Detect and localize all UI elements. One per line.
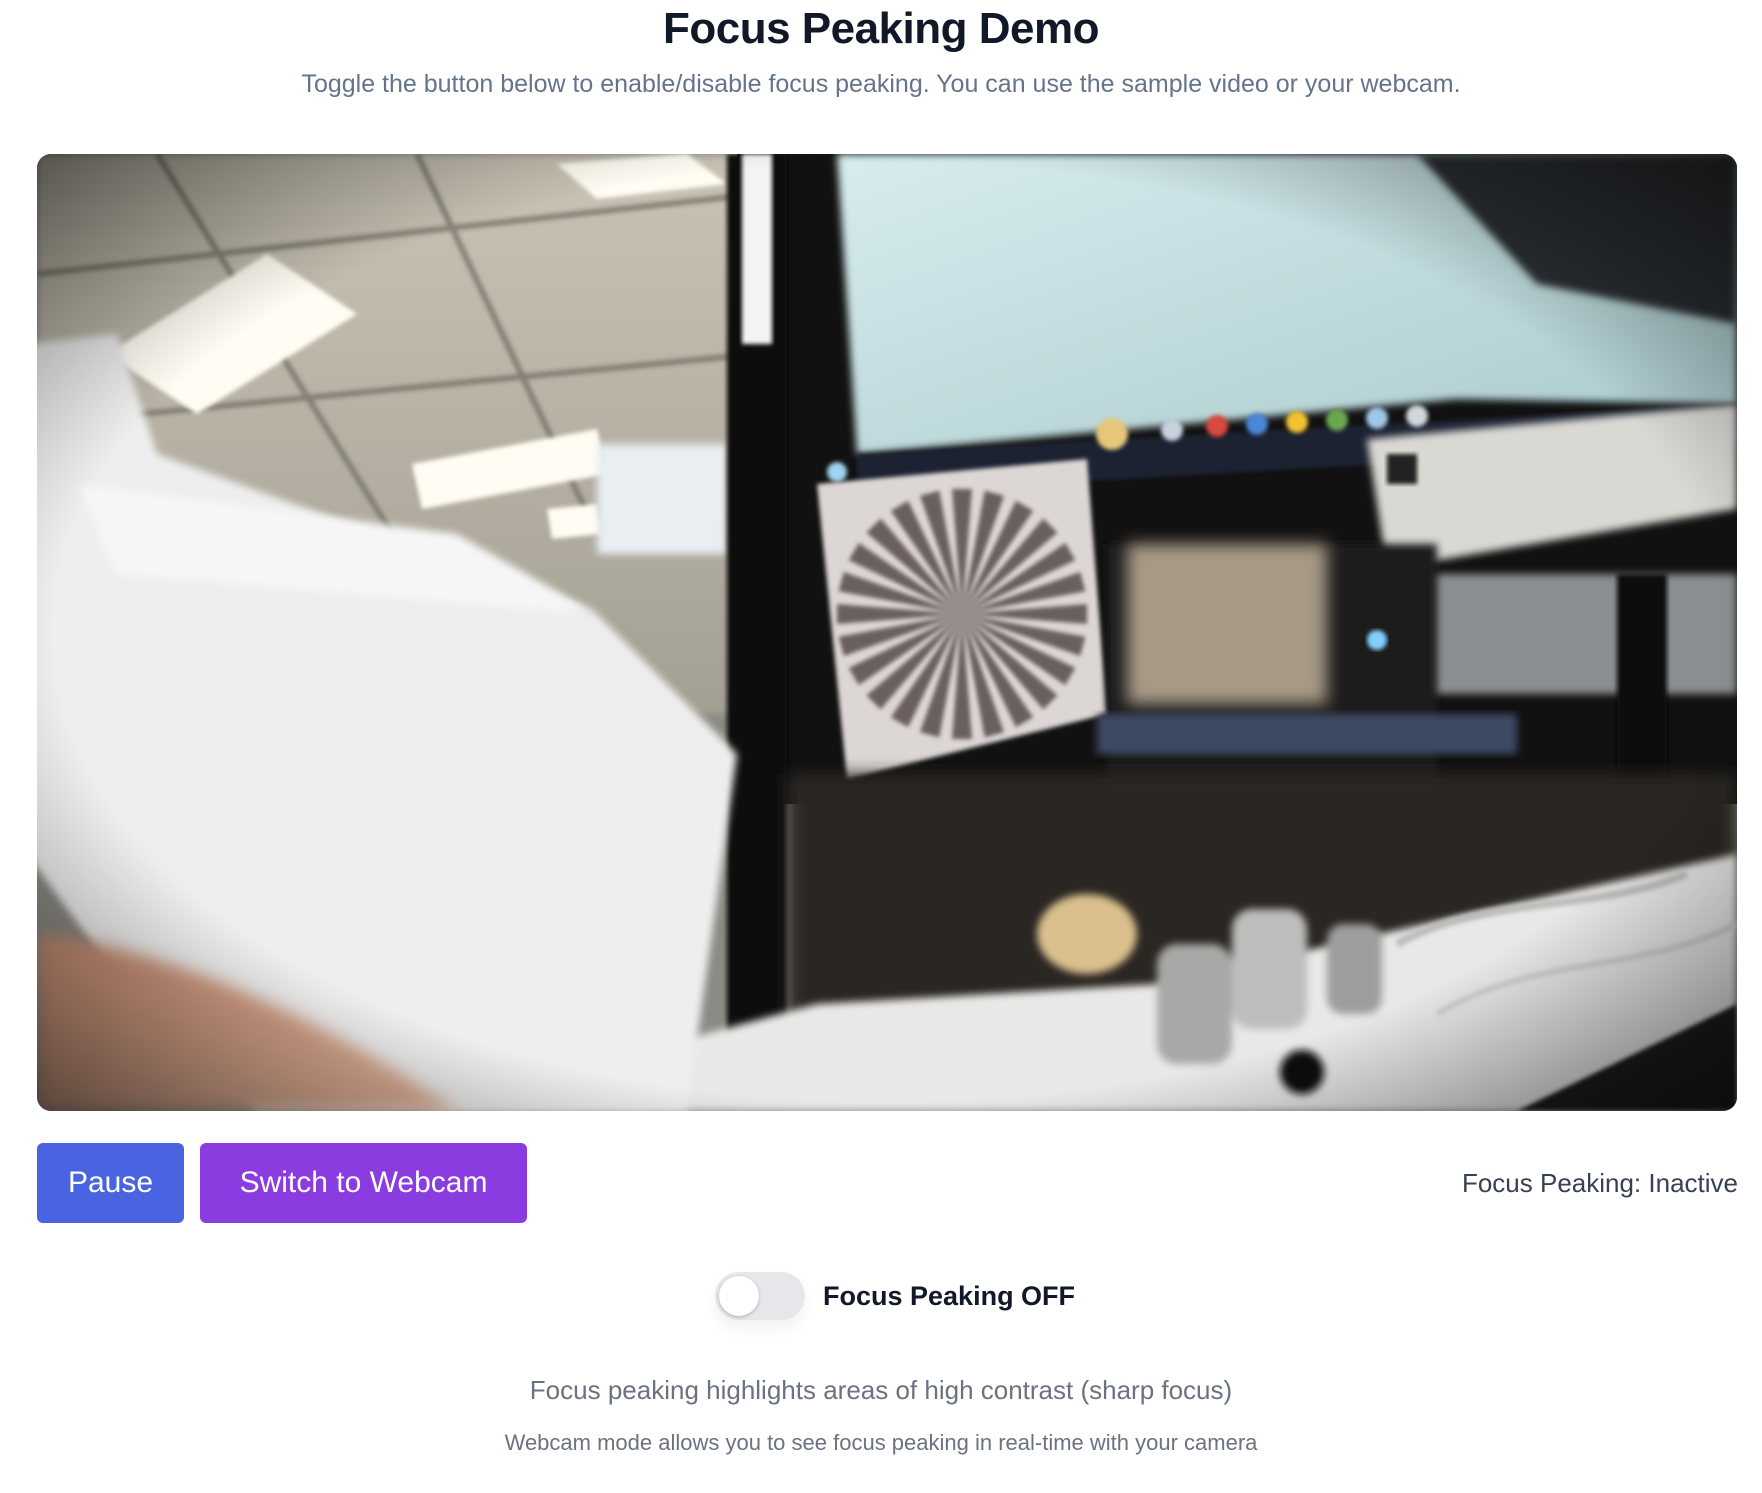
focus-peaking-status: Focus Peaking: Inactive [1461, 1168, 1738, 1198]
page-subtitle: Toggle the button below to enable/disabl… [301, 70, 1461, 98]
focus-peaking-toggle-label: Focus Peaking OFF [823, 1280, 1076, 1311]
pause-button[interactable]: Pause [37, 1143, 184, 1223]
video-frame-image [37, 154, 1737, 1111]
switch-to-webcam-button[interactable]: Switch to Webcam [200, 1143, 527, 1223]
focus-peaking-toggle-group: Focus Peaking OFF [715, 1272, 1075, 1320]
info-text-primary: Focus peaking highlights areas of high c… [529, 1375, 1233, 1405]
focus-peaking-toggle[interactable] [715, 1272, 805, 1320]
page-title: Focus Peaking Demo [662, 4, 1100, 53]
toggle-knob [719, 1276, 759, 1316]
page: Focus Peaking Demo Toggle the button bel… [0, 0, 1762, 1493]
video-player[interactable] [37, 154, 1737, 1111]
info-text-secondary: Webcam mode allows you to see focus peak… [504, 1430, 1258, 1455]
